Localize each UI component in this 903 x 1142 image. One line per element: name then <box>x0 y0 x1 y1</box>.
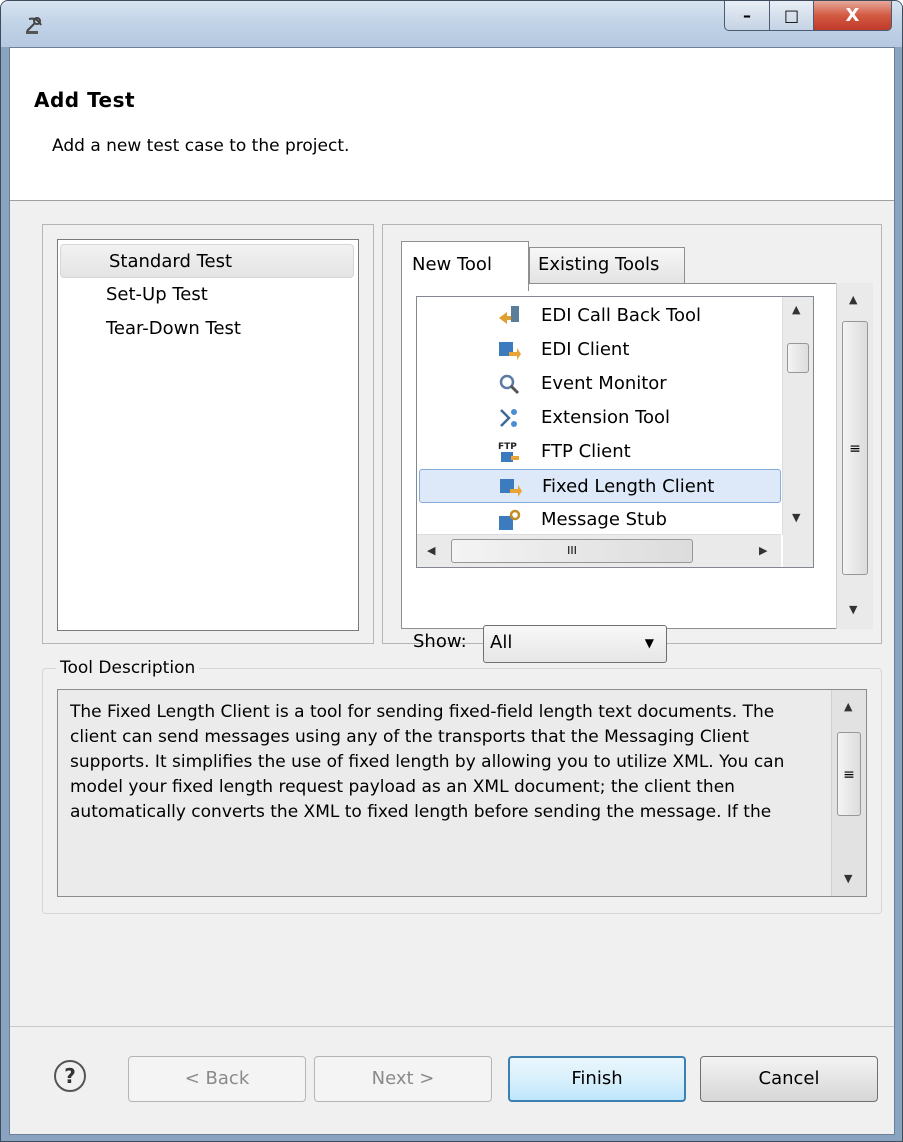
scroll-grip-icon: III <box>567 544 577 557</box>
test-type-panel: Standard Test Set-Up Test Tear-Down Test <box>42 224 374 644</box>
test-type-teardown[interactable]: Tear-Down Test <box>58 312 354 346</box>
test-type-list: Standard Test Set-Up Test Tear-Down Test <box>57 239 359 631</box>
tool-label: Extension Tool <box>541 407 671 428</box>
tool-label: EDI Call Back Tool <box>541 305 701 326</box>
satellite-dish-icon <box>26 17 42 34</box>
page-description: Add a new test case to the project. <box>52 136 350 156</box>
tool-label: Event Monitor <box>541 373 667 394</box>
tool-description-box: The Fixed Length Client is a tool for se… <box>57 689 867 897</box>
scroll-grip-icon: ≡ <box>849 441 861 457</box>
dialog-client-area: Add Test Add a new test case to the proj… <box>9 47 895 1135</box>
list-item[interactable]: Event Monitor <box>419 367 781 401</box>
tool-label: Message Stub <box>541 509 667 530</box>
close-icon: X <box>845 5 860 26</box>
scroll-thumb[interactable]: ≡ <box>837 732 861 816</box>
list-item[interactable]: EDI Call Back Tool <box>419 299 781 333</box>
dialog-window: – □ X Add Test Add a new test case to th… <box>0 0 903 1142</box>
gear-stub-icon <box>499 509 521 530</box>
scroll-left-icon[interactable]: ◀ <box>427 544 435 557</box>
next-button[interactable]: Next > <box>314 1056 492 1102</box>
cancel-button[interactable]: Cancel <box>700 1056 878 1102</box>
chevron-down-icon: ▼ <box>644 636 654 650</box>
list-item[interactable]: EDI Client <box>419 333 781 367</box>
test-type-setup[interactable]: Set-Up Test <box>58 278 354 312</box>
description-scrollbar[interactable]: ▲ ≡ ▼ <box>831 690 866 896</box>
extension-icon <box>500 409 517 427</box>
help-icon[interactable]: ? <box>54 1060 86 1092</box>
show-filter-select[interactable]: All ▼ <box>483 625 667 663</box>
test-type-standard[interactable]: Standard Test <box>60 244 354 278</box>
tab-existing-tools[interactable]: Existing Tools <box>529 247 685 283</box>
tool-label: Fixed Length Client <box>542 476 715 497</box>
callback-arrow-icon <box>499 306 519 324</box>
show-value: All <box>490 632 513 653</box>
scroll-up-icon[interactable]: ▲ <box>844 700 852 713</box>
page-title: Add Test <box>34 88 136 112</box>
list-item[interactable]: Extension Tool <box>419 401 781 435</box>
scroll-right-icon[interactable]: ▶ <box>759 544 767 557</box>
button-bar-separator <box>10 1026 894 1027</box>
wizard-header: Add Test Add a new test case to the proj… <box>10 48 894 201</box>
magnifier-icon <box>499 374 520 395</box>
tool-list-horizontal-scrollbar[interactable]: ◀ III ▶ <box>417 534 781 567</box>
new-tool-tab-content: EDI Call Back Tool EDI Client Event Moni… <box>401 283 867 629</box>
tool-label: FTP Client <box>541 441 631 462</box>
list-item-selected[interactable]: Fixed Length Client <box>419 469 781 503</box>
client-icon <box>500 479 522 497</box>
tool-description-legend: Tool Description <box>56 658 200 678</box>
scroll-thumb[interactable]: III <box>451 539 693 563</box>
scroll-up-icon[interactable]: ▲ <box>849 293 857 306</box>
show-label: Show: <box>413 631 467 652</box>
scroll-grip-icon: ≡ <box>843 767 855 783</box>
tab-new-tool[interactable]: New Tool <box>401 241 529 291</box>
scroll-thumb[interactable] <box>787 343 809 373</box>
tool-list: EDI Call Back Tool EDI Client Event Moni… <box>416 296 814 568</box>
list-item[interactable]: FTP FTP Client <box>419 435 781 469</box>
scroll-down-icon[interactable]: ▼ <box>844 872 852 885</box>
finish-button[interactable]: Finish <box>508 1056 686 1102</box>
maximize-button[interactable]: □ <box>770 1 814 31</box>
tool-description-text: The Fixed Length Client is a tool for se… <box>70 702 785 822</box>
svg-text:FTP: FTP <box>498 442 517 452</box>
minimize-icon: – <box>743 6 751 25</box>
ftp-icon: FTP <box>498 442 519 462</box>
back-button[interactable]: < Back <box>128 1056 306 1102</box>
close-button[interactable]: X <box>814 1 892 31</box>
scroll-corner <box>783 535 813 567</box>
tool-description-group: The Fixed Length Client is a tool for se… <box>42 668 882 914</box>
scroll-down-icon[interactable]: ▼ <box>849 603 857 616</box>
title-bar[interactable]: – □ X <box>1 1 902 47</box>
scroll-down-icon[interactable]: ▼ <box>792 511 800 524</box>
tool-list-vertical-scrollbar[interactable]: ▲ ▼ <box>782 297 813 535</box>
client-icon <box>499 342 521 360</box>
list-item[interactable]: Message Stub <box>419 503 781 537</box>
maximize-icon: □ <box>783 6 800 25</box>
tool-panel: New Tool Existing Tools EDI Call Back To… <box>382 224 882 663</box>
scroll-thumb[interactable]: ≡ <box>842 321 868 575</box>
minimize-button[interactable]: – <box>724 1 770 31</box>
tool-panel-scrollbar[interactable]: ▲ ≡ ▼ <box>836 283 873 629</box>
scroll-up-icon[interactable]: ▲ <box>792 303 800 316</box>
tool-label: EDI Client <box>541 339 630 360</box>
